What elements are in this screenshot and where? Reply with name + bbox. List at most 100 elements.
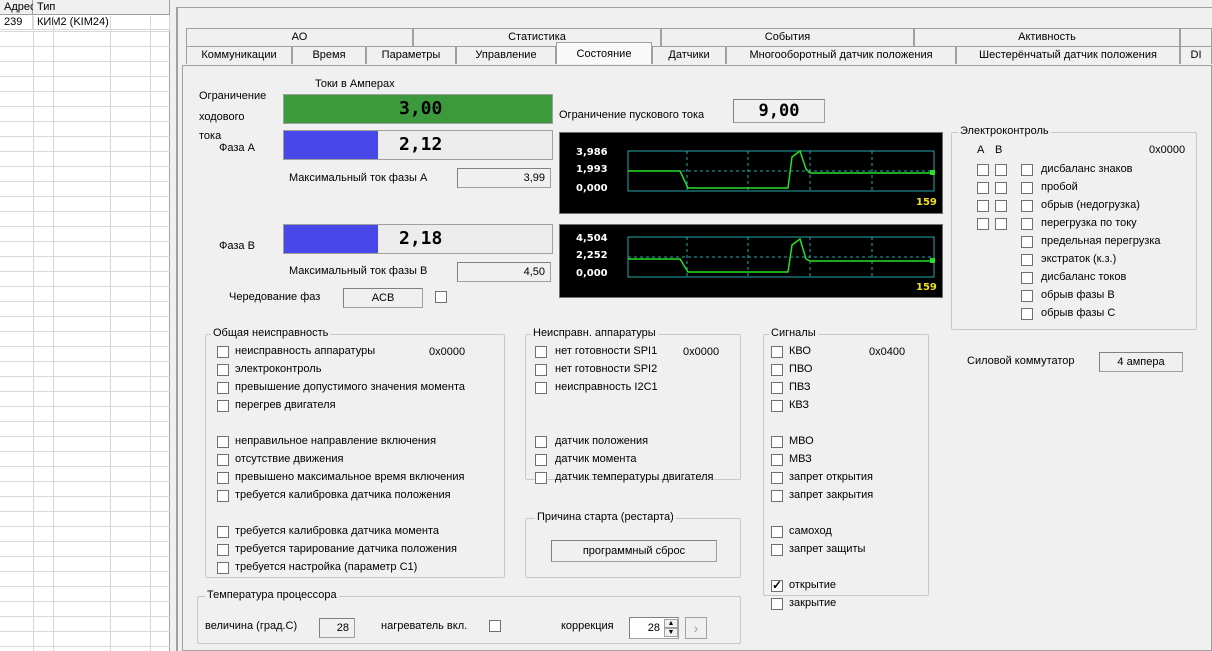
spin-up-icon[interactable]: ▲ (664, 619, 678, 628)
electro-flag-label: обрыв (недогрузка) (1041, 199, 1140, 211)
grid-row-line (0, 61, 170, 62)
scope2-tick: 0,000 (576, 268, 608, 279)
scope1-tick: 3,986 (576, 147, 608, 158)
signal-label: КВО (789, 345, 811, 357)
signal-checkbox[interactable] (771, 364, 783, 376)
electro-flag-checkbox[interactable] (1021, 290, 1033, 302)
electro-flag-checkbox[interactable] (1021, 164, 1033, 176)
electro-flag-label: пробой (1041, 181, 1078, 193)
electro-phase-b-checkbox[interactable] (995, 182, 1007, 194)
signal-checkbox[interactable] (771, 454, 783, 466)
hardware-fault-label: неисправность I2C1 (555, 381, 658, 393)
grid-row-line (0, 481, 170, 482)
temperature-value-label: величина (град.С) (205, 620, 298, 632)
phase-b-oscilloscope: 4,504 2,252 0,000 159 (559, 224, 943, 298)
tab-communications[interactable]: Коммуникации (186, 46, 292, 64)
electro-phase-a-checkbox[interactable] (977, 182, 989, 194)
general-fault-checkbox[interactable] (217, 544, 229, 556)
tab-activity[interactable]: Активность (914, 28, 1180, 46)
electro-flag-label: обрыв фазы С (1041, 307, 1116, 319)
general-fault-code: 0x0000 (429, 346, 466, 358)
electro-phase-a-checkbox[interactable] (977, 218, 989, 230)
electro-flag-checkbox[interactable] (1021, 308, 1033, 320)
electro-flag-checkbox[interactable] (1021, 182, 1033, 194)
tab-control[interactable]: Управление (456, 46, 556, 64)
signal-label: ПВЗ (789, 381, 811, 393)
hardware-fault-label: датчик положения (555, 435, 649, 447)
general-fault-checkbox[interactable] (217, 436, 229, 448)
general-fault-checkbox[interactable] (217, 526, 229, 538)
heater-checkbox[interactable] (489, 620, 501, 632)
hardware-fault-checkbox[interactable] (535, 364, 547, 376)
electro-flag-checkbox[interactable] (1021, 218, 1033, 230)
signal-checkbox[interactable] (771, 598, 783, 610)
general-fault-checkbox[interactable] (217, 400, 229, 412)
signal-checkbox[interactable] (771, 472, 783, 484)
electro-flag-checkbox[interactable] (1021, 254, 1033, 266)
tab-state[interactable]: Состояние (556, 42, 652, 64)
splitter[interactable] (176, 8, 178, 651)
electro-phase-b-checkbox[interactable] (995, 200, 1007, 212)
hardware-fault-label: нет готовности SPI2 (555, 363, 658, 375)
electro-phase-a-checkbox[interactable] (977, 164, 989, 176)
general-fault-checkbox[interactable] (217, 472, 229, 484)
electro-col-a: А (977, 144, 985, 156)
tab-gear-sensor[interactable]: Шестерёнчатый датчик положения (956, 46, 1180, 64)
general-fault-checkbox[interactable] (217, 364, 229, 376)
phase-a-trace (627, 149, 935, 192)
phase-a-value: 2,12 (399, 134, 443, 155)
signal-label: КВЗ (789, 399, 810, 411)
electro-flag-label: экстраток (к.з.) (1041, 253, 1117, 265)
electrocontrol-title: Электроконтроль (958, 125, 1051, 137)
column-header-address[interactable]: Адрес (0, 0, 36, 15)
tab-more[interactable] (1180, 28, 1212, 46)
grid-row-line (0, 391, 170, 392)
general-fault-checkbox[interactable] (217, 490, 229, 502)
tab-parameters[interactable]: Параметры (366, 46, 456, 64)
grid-row-line (0, 211, 170, 212)
hardware-fault-checkbox[interactable] (535, 454, 547, 466)
device-list[interactable]: Адрес Тип 239 КИМ2 (KIM24) (0, 0, 170, 651)
general-fault-checkbox[interactable] (217, 454, 229, 466)
signal-checkbox[interactable] (771, 436, 783, 448)
electro-phase-b-checkbox[interactable] (995, 218, 1007, 230)
tab-di[interactable]: DI (1180, 46, 1212, 64)
rotation-checkbox[interactable] (435, 291, 447, 303)
signal-checkbox[interactable] (771, 526, 783, 538)
tab-events[interactable]: События (661, 28, 914, 46)
signal-checkbox[interactable] (771, 382, 783, 394)
signal-checkbox[interactable] (771, 544, 783, 556)
signal-checkbox[interactable] (771, 578, 783, 592)
electro-flag-checkbox[interactable] (1021, 236, 1033, 248)
general-fault-checkbox[interactable] (217, 382, 229, 394)
state-panel: Токи в Амперах Ограничение ходового тока… (182, 65, 1212, 651)
device-address-cell[interactable]: 239 (0, 15, 33, 30)
grid-row-line (0, 586, 170, 587)
general-fault-checkbox[interactable] (217, 562, 229, 574)
tab-time[interactable]: Время (292, 46, 366, 64)
electro-phase-b-checkbox[interactable] (995, 164, 1007, 176)
limit-label: тока (199, 130, 222, 142)
spin-down-icon[interactable]: ▼ (664, 628, 678, 637)
hardware-fault-checkbox[interactable] (535, 382, 547, 394)
grid-row-line (0, 241, 170, 242)
hardware-fault-checkbox[interactable] (535, 472, 547, 484)
electro-flag-checkbox[interactable] (1021, 200, 1033, 212)
signal-checkbox[interactable] (771, 346, 783, 358)
hardware-fault-checkbox[interactable] (535, 436, 547, 448)
column-header-type[interactable]: Тип (33, 0, 170, 15)
tab-multiturn-sensor[interactable]: Многооборотный датчик положения (726, 46, 956, 64)
electro-phase-a-checkbox[interactable] (977, 200, 989, 212)
tab-sensors[interactable]: Датчики (652, 46, 726, 64)
apply-correction-button[interactable]: › (685, 617, 707, 639)
signal-checkbox[interactable] (771, 400, 783, 412)
electro-flag-checkbox[interactable] (1021, 272, 1033, 284)
grid-row-line (0, 406, 170, 407)
tab-ao[interactable]: АО (186, 28, 413, 46)
rotation-label: Чередование фаз (229, 291, 321, 303)
hardware-fault-checkbox[interactable] (535, 346, 547, 358)
signal-checkbox[interactable] (771, 490, 783, 502)
phase-a-label: Фаза А (219, 142, 255, 154)
general-fault-label: неправильное направление включения (235, 435, 437, 447)
general-fault-checkbox[interactable] (217, 346, 229, 358)
